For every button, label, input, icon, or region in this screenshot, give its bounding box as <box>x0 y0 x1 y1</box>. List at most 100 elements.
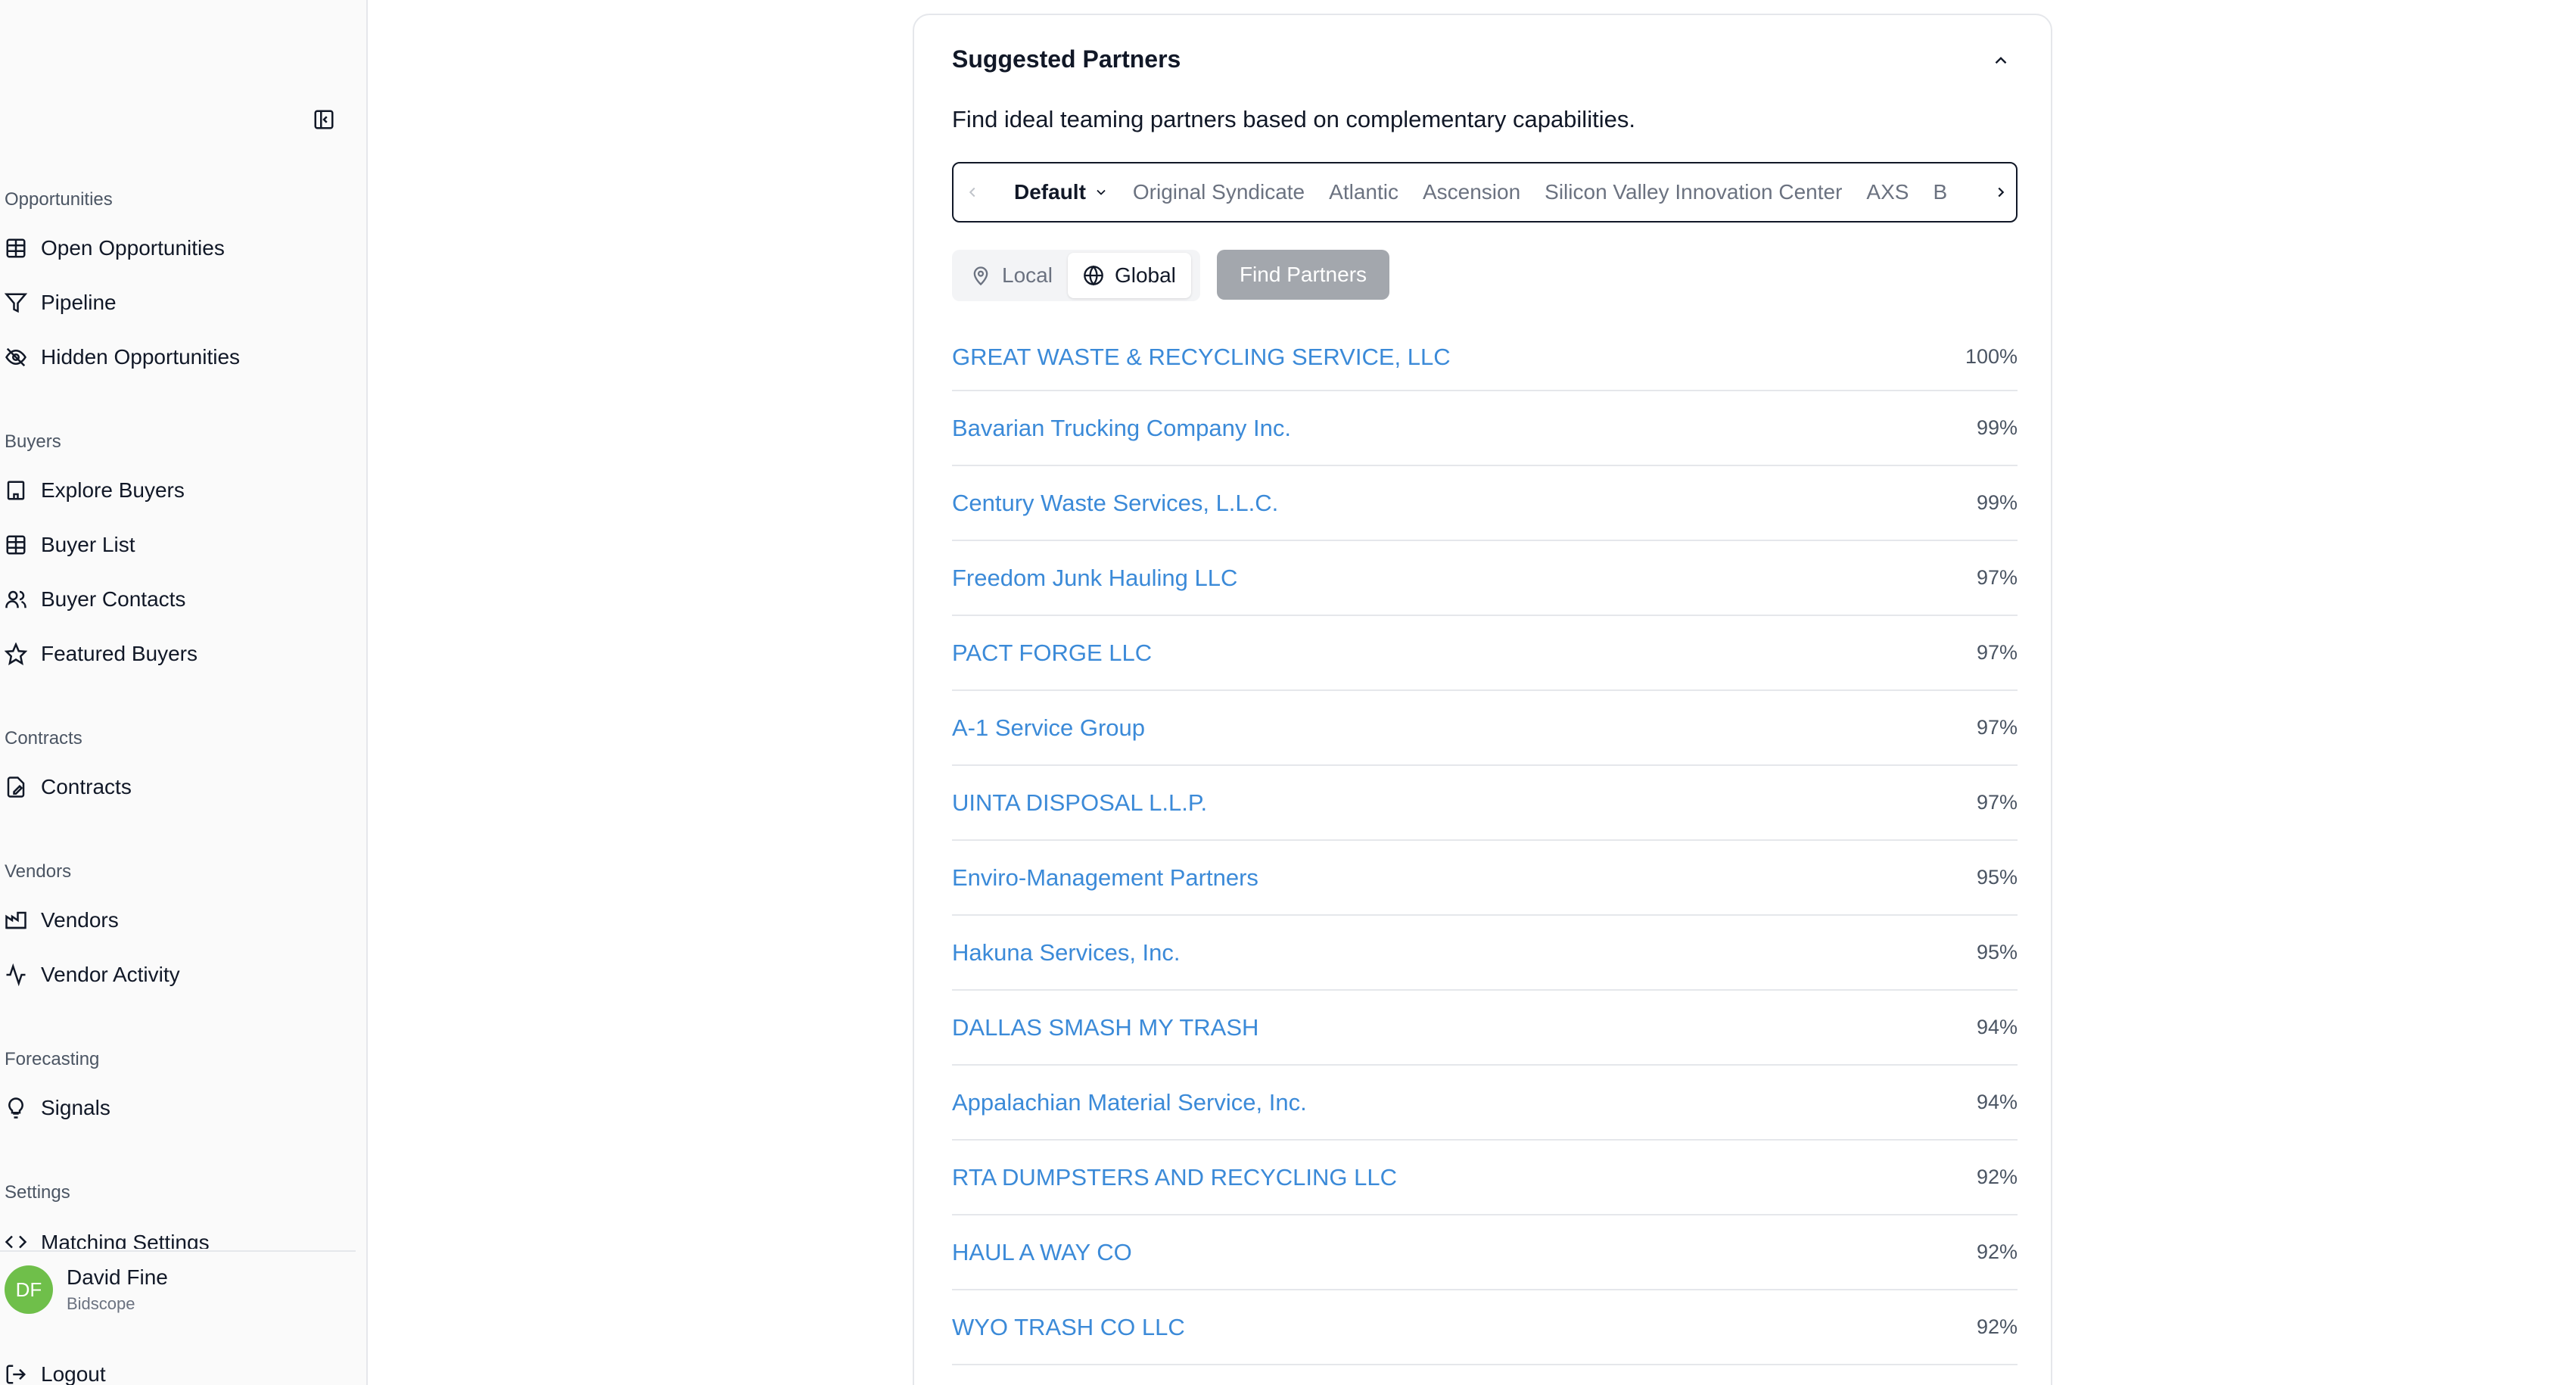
scope-toggle: Local Global <box>952 250 1200 301</box>
partner-match-score: 97% <box>1976 641 2018 664</box>
sidebar-collapse-icon[interactable] <box>312 107 336 132</box>
partner-name-link[interactable]: HAUL A WAY CO <box>952 1239 1132 1266</box>
partner-match-score: 99% <box>1976 491 2018 514</box>
partner-match-score: 92% <box>1976 1240 2018 1263</box>
sidebar-item-vendor-activity[interactable]: Vendor Activity <box>5 957 353 993</box>
partner-name-link[interactable]: Bavarian Trucking Company Inc. <box>952 415 1291 442</box>
chevron-down-icon <box>1097 189 1106 195</box>
tab-axs[interactable]: AXS <box>1866 180 1909 204</box>
partner-row: Century Waste Services, L.L.C. 99% <box>952 466 2018 541</box>
sidebar-item-featured-buyers[interactable]: Featured Buyers <box>5 636 353 672</box>
nav-group-forecasting: Forecasting <box>5 1049 100 1069</box>
partner-match-score: 95% <box>1976 941 2018 963</box>
partner-name-link[interactable]: A-1 Service Group <box>952 714 1145 742</box>
partner-match-score: 99% <box>1976 416 2018 439</box>
tab-b[interactable]: B <box>1933 180 1947 204</box>
sidebar-item-label: Explore Buyers <box>41 478 185 502</box>
partner-match-score: 97% <box>1976 791 2018 814</box>
sidebar-item-hidden-opportunities[interactable]: Hidden Opportunities <box>5 339 353 375</box>
partner-name-link[interactable]: Appalachian Material Service, Inc. <box>952 1089 1307 1116</box>
logout-label: Logout <box>41 1362 106 1385</box>
user-name: David Fine <box>67 1265 168 1289</box>
sidebar-item-buyer-contacts[interactable]: Buyer Contacts <box>5 581 353 618</box>
logout-button[interactable]: Logout <box>5 1356 353 1385</box>
sidebar-item-explore-buyers[interactable]: Explore Buyers <box>5 472 353 509</box>
tab-label: Default <box>1014 180 1086 204</box>
filter-icon <box>5 293 27 313</box>
nav-group-vendors: Vendors <box>5 861 72 882</box>
partner-name-link[interactable]: Enviro-Management Partners <box>952 864 1258 892</box>
code-icon <box>5 1235 27 1249</box>
sidebar-item-matching-settings[interactable]: Matching Settings <box>5 1231 353 1249</box>
sidebar-item-label: Buyer Contacts <box>41 587 186 611</box>
sidebar-item-label: Vendors <box>41 908 119 932</box>
tab-silicon-valley-innovation-center[interactable]: Silicon Valley Innovation Center <box>1545 180 1842 204</box>
sidebar: Opportunities Open Opportunities Pipelin… <box>0 0 368 1385</box>
sidebar-item-label: Contracts <box>41 775 132 798</box>
users-icon <box>5 590 26 608</box>
sidebar-item-vendors[interactable]: Vendors <box>5 902 353 938</box>
scope-local-button[interactable]: Local <box>955 253 1068 298</box>
tab-default[interactable]: Default <box>1014 180 1109 204</box>
partner-row: RTA DUMPSTERS AND RECYCLING LLC 92% <box>952 1141 2018 1215</box>
tab-original-syndicate[interactable]: Original Syndicate <box>1133 180 1305 204</box>
tab-ascension[interactable]: Ascension <box>1423 180 1520 204</box>
partner-name-link[interactable]: Century Waste Services, L.L.C. <box>952 490 1278 517</box>
scope-global-label: Global <box>1114 263 1176 287</box>
scope-global-button[interactable]: Global <box>1067 253 1191 298</box>
eye-off-icon <box>5 347 26 367</box>
partner-row: Appalachian Material Service, Inc. 94% <box>952 1066 2018 1141</box>
partner-name-link[interactable]: GREAT WASTE & RECYCLING SERVICE, LLC <box>952 344 1451 371</box>
nav-group-buyers: Buyers <box>5 431 61 452</box>
partner-row: Hakuna Services, Inc. 95% <box>952 916 2018 991</box>
chevron-up-icon[interactable] <box>1989 48 2013 73</box>
tab-atlantic[interactable]: Atlantic <box>1329 180 1398 204</box>
find-partners-button[interactable]: Find Partners <box>1217 250 1389 300</box>
partner-name-link[interactable]: WYO TRASH CO LLC <box>952 1314 1185 1341</box>
partner-name-link[interactable]: Freedom Junk Hauling LLC <box>952 565 1237 592</box>
scope-local-label: Local <box>1002 263 1053 287</box>
partner-name-link[interactable]: RTA DUMPSTERS AND RECYCLING LLC <box>952 1164 1397 1191</box>
sidebar-item-pipeline[interactable]: Pipeline <box>5 285 353 321</box>
chevron-left-icon[interactable] <box>954 163 991 221</box>
sidebar-item-label: Hidden Opportunities <box>41 345 241 369</box>
sidebar-item-signals[interactable]: Signals <box>5 1090 353 1126</box>
building-icon <box>7 481 25 500</box>
nav-group-opportunities: Opportunities <box>5 189 113 210</box>
sidebar-divider <box>0 1250 356 1252</box>
sidebar-item-buyer-list[interactable]: Buyer List <box>5 527 353 563</box>
partner-match-score: 92% <box>1976 1315 2018 1338</box>
partner-row: Enviro-Management Partners 95% <box>952 841 2018 916</box>
partner-row: Freedom Junk Hauling LLC 97% <box>952 541 2018 616</box>
user-org: Bidscope <box>67 1294 135 1313</box>
table-icon <box>6 535 26 555</box>
partner-row: A-1 Service Group 97% <box>952 691 2018 766</box>
sidebar-item-contracts[interactable]: Contracts <box>5 769 353 805</box>
partner-match-score: 97% <box>1976 566 2018 589</box>
chevron-right-icon[interactable] <box>1986 163 2016 221</box>
map-pin-icon <box>973 266 988 286</box>
partner-set-tabs: Default Original Syndicate Atlantic Asce… <box>952 162 2018 223</box>
partner-row: UINTA DISPOSAL L.L.P. 97% <box>952 766 2018 841</box>
partner-name-link[interactable]: DALLAS SMASH MY TRASH <box>952 1014 1258 1041</box>
sidebar-item-label: Featured Buyers <box>41 642 198 665</box>
partner-row: GREAT WASTE & RECYCLING SERVICE, LLC 100% <box>952 324 2018 391</box>
partner-name-link[interactable]: UINTA DISPOSAL L.L.P. <box>952 789 1207 817</box>
partner-list: GREAT WASTE & RECYCLING SERVICE, LLC 100%… <box>952 324 2018 1385</box>
file-edit-icon <box>7 777 25 798</box>
star-icon <box>5 643 27 665</box>
globe-icon <box>1084 265 1103 286</box>
partner-name-link[interactable]: PACT FORGE LLC <box>952 640 1152 667</box>
sidebar-item-open-opportunities[interactable]: Open Opportunities <box>5 230 353 266</box>
sidebar-item-label: Pipeline <box>41 291 117 314</box>
partner-match-score: 100% <box>1965 345 2018 368</box>
card-title: Suggested Partners <box>952 45 1181 73</box>
partner-row: DALLAS SMASH MY TRASH 94% <box>952 991 2018 1066</box>
user-profile[interactable]: DF David Fine Bidscope <box>5 1265 168 1314</box>
sidebar-item-label: Open Opportunities <box>41 236 225 260</box>
partner-name-link[interactable]: Hakuna Services, Inc. <box>952 939 1181 966</box>
partner-match-score: 95% <box>1976 866 2018 889</box>
sidebar-item-label: Signals <box>41 1096 110 1119</box>
partner-match-score: 92% <box>1976 1166 2018 1188</box>
logout-icon <box>6 1365 26 1384</box>
